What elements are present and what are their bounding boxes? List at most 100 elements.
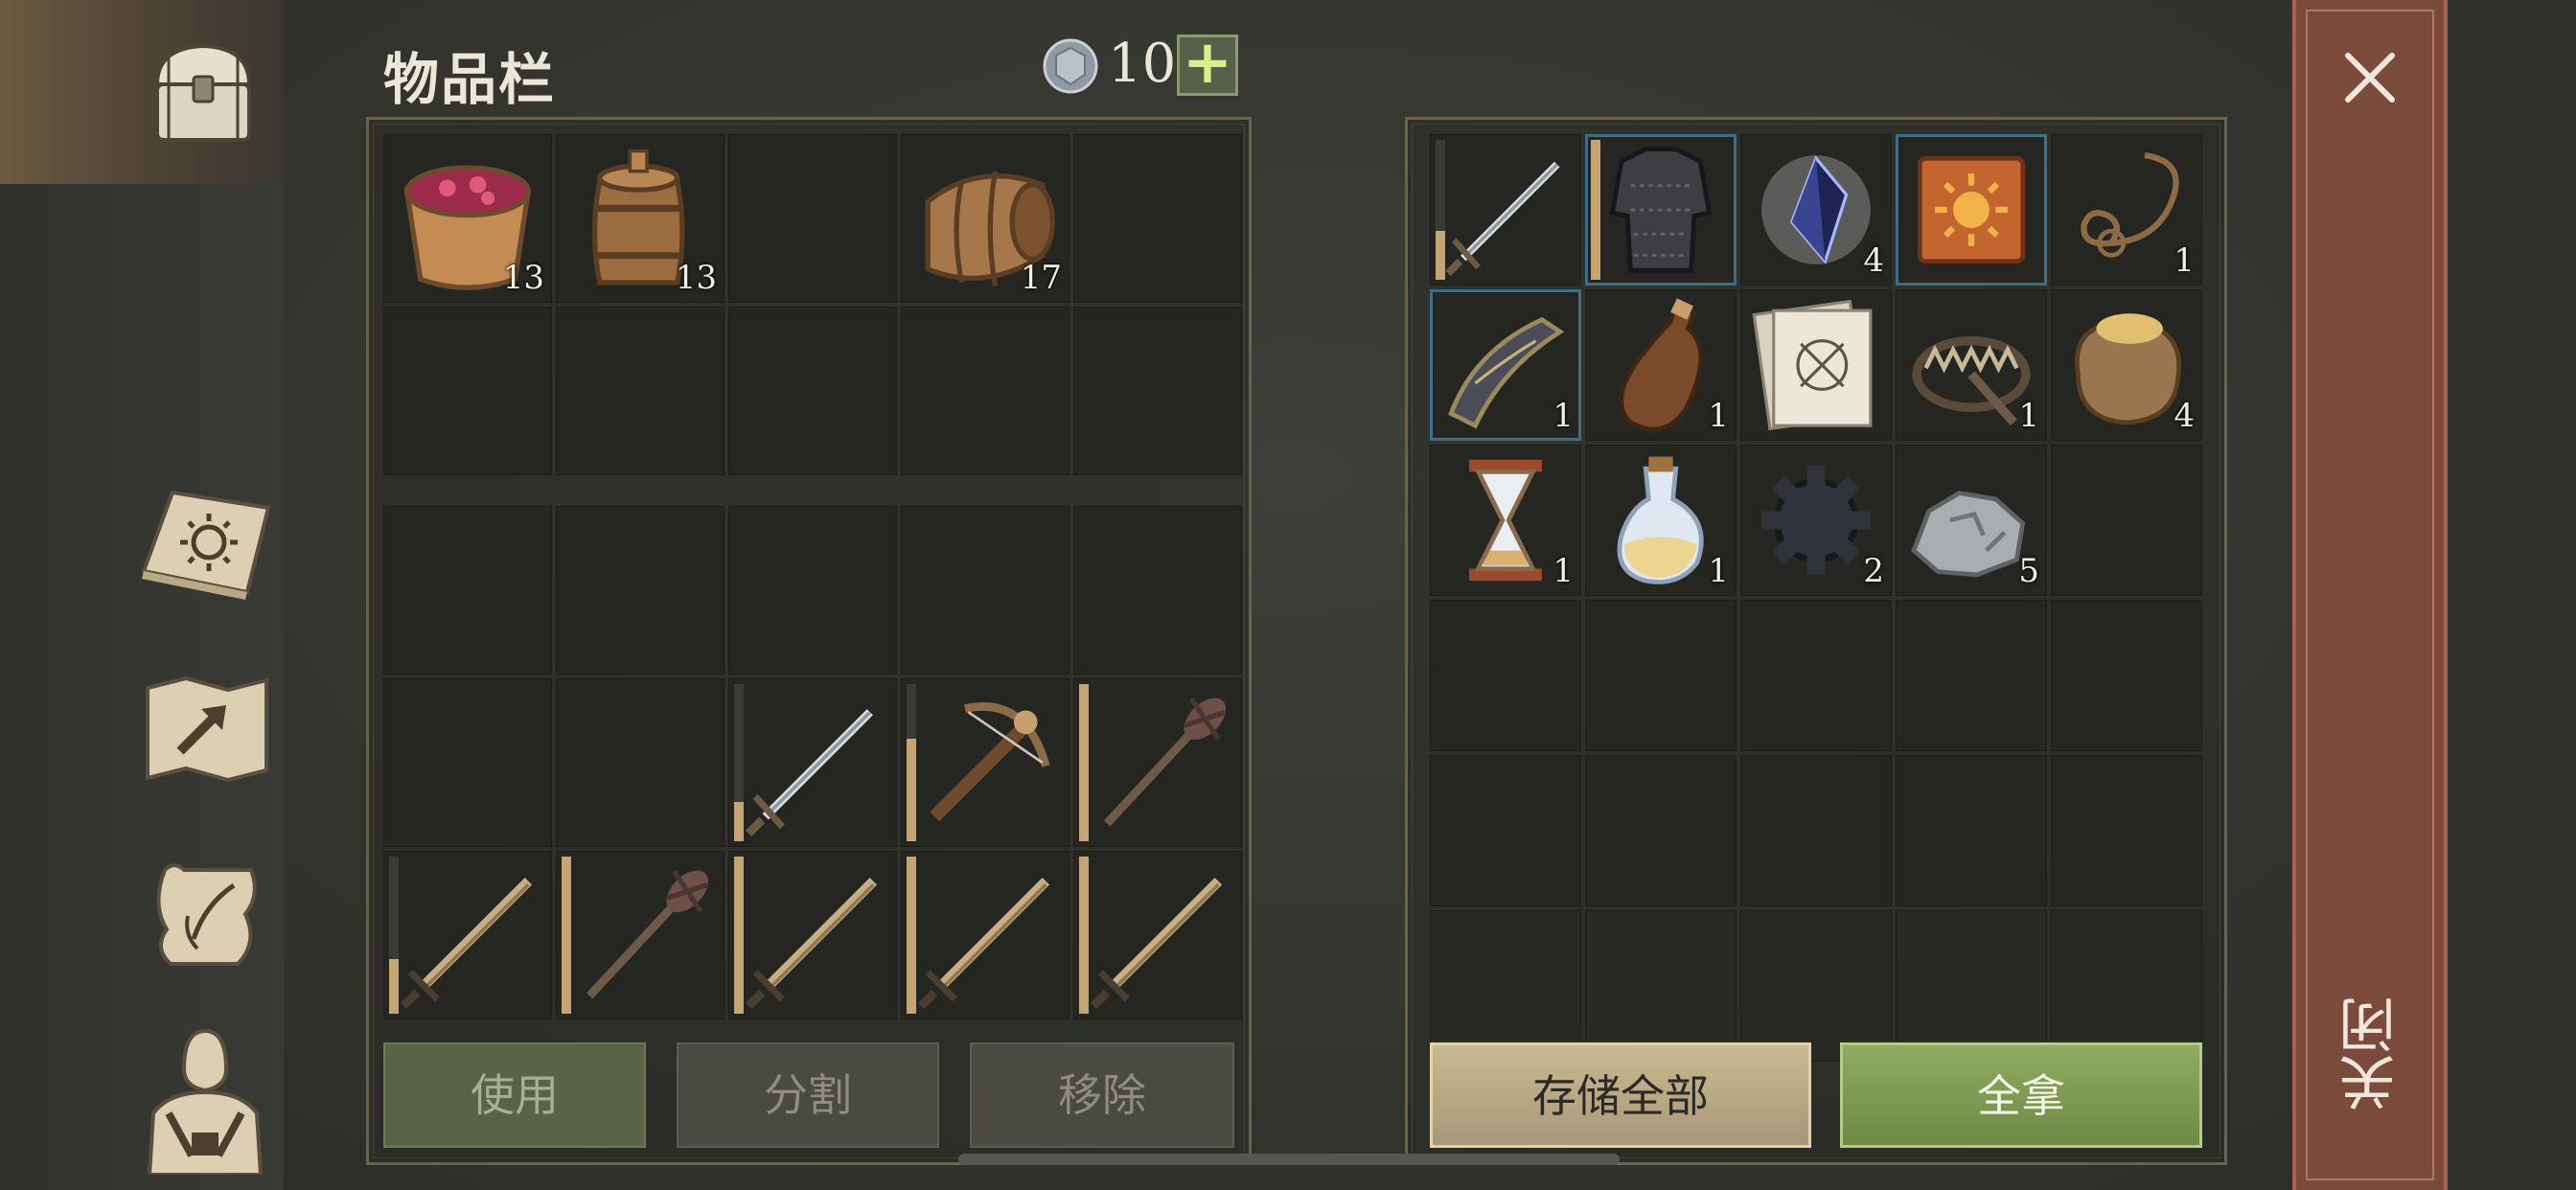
close-label[interactable]: 关闭 — [2319, 958, 2425, 1150]
item-count: 13 — [502, 259, 544, 297]
inventory-slot-empty[interactable] — [1073, 506, 1242, 675]
storage-slot-empty[interactable] — [1430, 755, 1581, 906]
inventory-slot-empty[interactable] — [1073, 307, 1242, 475]
inventory-slot-empty[interactable] — [556, 506, 724, 675]
close-icon[interactable] — [2342, 50, 2398, 109]
inventory-slot-wooden-sword[interactable] — [1073, 851, 1242, 1019]
steel-sword-icon — [746, 709, 873, 837]
storage-slot-empty[interactable] — [2051, 445, 2202, 596]
item-count: 1 — [1708, 552, 1729, 590]
item-count: 4 — [1863, 241, 1884, 280]
inventory-slot-crossbow[interactable] — [901, 678, 1070, 847]
storage-slot-empty[interactable] — [2051, 600, 2202, 751]
coin-count: 10 — [1108, 33, 1177, 95]
item-count: 17 — [1020, 259, 1062, 297]
storage-slot-chainmail-armor[interactable] — [1585, 134, 1736, 286]
right-edge — [2448, 0, 2576, 1190]
storage-slot-empty[interactable] — [1896, 910, 2047, 1062]
storage-slot-grain-sack[interactable]: 4 — [2051, 289, 2202, 441]
item-count: 13 — [675, 259, 717, 297]
storage-slot-iron-ore[interactable]: 5 — [1896, 445, 2047, 596]
mace-icon — [1103, 697, 1227, 827]
sun-book-icon[interactable] — [134, 479, 278, 607]
steel-sword-icon — [1445, 161, 1560, 277]
storage-slot-empty[interactable] — [1740, 600, 1892, 751]
storage-slot-gear[interactable]: 2 — [1740, 445, 1892, 596]
inventory-slot-empty[interactable] — [728, 307, 897, 475]
storage-slot-empty[interactable] — [2051, 755, 2202, 906]
inventory-slot-empty[interactable] — [383, 506, 552, 675]
storage-slot-potion[interactable]: 1 — [1585, 445, 1736, 596]
inventory-slot-empty[interactable] — [728, 506, 897, 675]
sun-book-icon — [1917, 155, 2026, 264]
storage-slot-empty[interactable] — [1430, 600, 1581, 751]
remove-button[interactable]: 移除 — [970, 1042, 1234, 1148]
storage-slot-bow-part[interactable]: 1 — [1430, 289, 1581, 441]
inventory-slot-empty[interactable] — [383, 307, 552, 475]
inventory-slot-mace[interactable] — [1073, 678, 1242, 847]
take-all-button[interactable]: 全拿 — [1840, 1042, 2202, 1148]
storage-slot-empty[interactable] — [1585, 600, 1736, 751]
split-button[interactable]: 分割 — [677, 1042, 939, 1148]
storage-grid: 4 1 1 1 1 4 1 1 2 5 — [1430, 134, 2202, 1062]
wooden-sword-icon — [401, 877, 533, 1010]
storage-slot-empty[interactable] — [1896, 755, 2047, 906]
inventory-slot-empty[interactable] — [556, 678, 724, 847]
item-count: 1 — [2174, 241, 2195, 280]
scroll-indicator[interactable] — [958, 1154, 1620, 1165]
storage-slot-empty[interactable] — [1740, 910, 1892, 1062]
item-count: 1 — [1708, 397, 1729, 435]
sidebar — [0, 0, 284, 1190]
storage-slot-dark-crystal[interactable]: 4 — [1740, 134, 1892, 286]
inventory-slot-wooden-sword[interactable] — [383, 851, 552, 1019]
storage-slot-steel-sword[interactable] — [1430, 134, 1581, 286]
item-count: 1 — [1552, 552, 1574, 590]
inventory-slot-small-barrel[interactable]: 13 — [556, 134, 724, 303]
wooden-sword-icon — [746, 877, 878, 1010]
crossbow-icon — [930, 702, 1050, 822]
use-button[interactable]: 使用 — [383, 1042, 646, 1148]
silver-coin-icon — [1043, 38, 1098, 98]
storage-slot-empty[interactable] — [2051, 910, 2202, 1062]
mace-icon — [586, 869, 709, 999]
storage-slot-empty[interactable] — [1585, 910, 1736, 1062]
storage-slot-leather-flask[interactable]: 1 — [1585, 289, 1736, 441]
inventory-slot-steel-sword[interactable] — [728, 678, 897, 847]
storage-slot-empty[interactable] — [1585, 755, 1736, 906]
wooden-sword-icon — [918, 877, 1050, 1010]
inventory-slot-empty[interactable] — [383, 678, 552, 847]
storage-slot-hourglass[interactable]: 1 — [1430, 445, 1581, 596]
inventory-slot-empty[interactable] — [901, 307, 1070, 475]
item-count: 2 — [1863, 552, 1884, 590]
character-icon[interactable] — [140, 1021, 266, 1179]
scroll-icon[interactable] — [146, 857, 266, 979]
storage-slot-sun-book[interactable] — [1896, 134, 2047, 286]
inventory-bottom-grid — [383, 506, 1242, 1019]
inventory-slot-wooden-sword[interactable] — [901, 851, 1070, 1019]
inventory-slot-wooden-sword[interactable] — [728, 851, 897, 1019]
inventory-slot-mace[interactable] — [556, 851, 724, 1019]
item-count: 1 — [1552, 397, 1574, 435]
add-coins-button[interactable]: + — [1177, 33, 1238, 96]
storage-slot-blueprint-papers[interactable] — [1740, 289, 1892, 441]
inventory-slot-empty[interactable] — [556, 307, 724, 475]
chest-icon — [146, 34, 261, 153]
inventory-title: 物品栏 — [383, 47, 557, 112]
store-all-button[interactable]: 存储全部 — [1430, 1042, 1811, 1148]
inventory-slot-berry-bucket[interactable]: 13 — [383, 134, 552, 303]
inventory-top-grid: 13 13 17 — [383, 134, 1242, 475]
inventory-slot-empty[interactable] — [728, 134, 897, 303]
item-count: 1 — [2018, 397, 2039, 435]
inventory-slot-large-barrel[interactable]: 17 — [901, 134, 1070, 303]
blueprint-papers-icon — [1752, 299, 1873, 431]
storage-slot-empty[interactable] — [1740, 755, 1892, 906]
storage-slot-empty[interactable] — [1896, 600, 2047, 751]
storage-slot-rope[interactable]: 1 — [2051, 134, 2202, 286]
inventory-slot-empty[interactable] — [901, 506, 1070, 675]
wooden-sword-icon — [1091, 877, 1223, 1010]
storage-slot-empty[interactable] — [1430, 910, 1581, 1062]
inventory-slot-empty[interactable] — [1073, 134, 1242, 303]
item-count: 4 — [2174, 397, 2195, 435]
storage-slot-bear-trap[interactable]: 1 — [1896, 289, 2047, 441]
map-icon[interactable] — [142, 671, 272, 790]
